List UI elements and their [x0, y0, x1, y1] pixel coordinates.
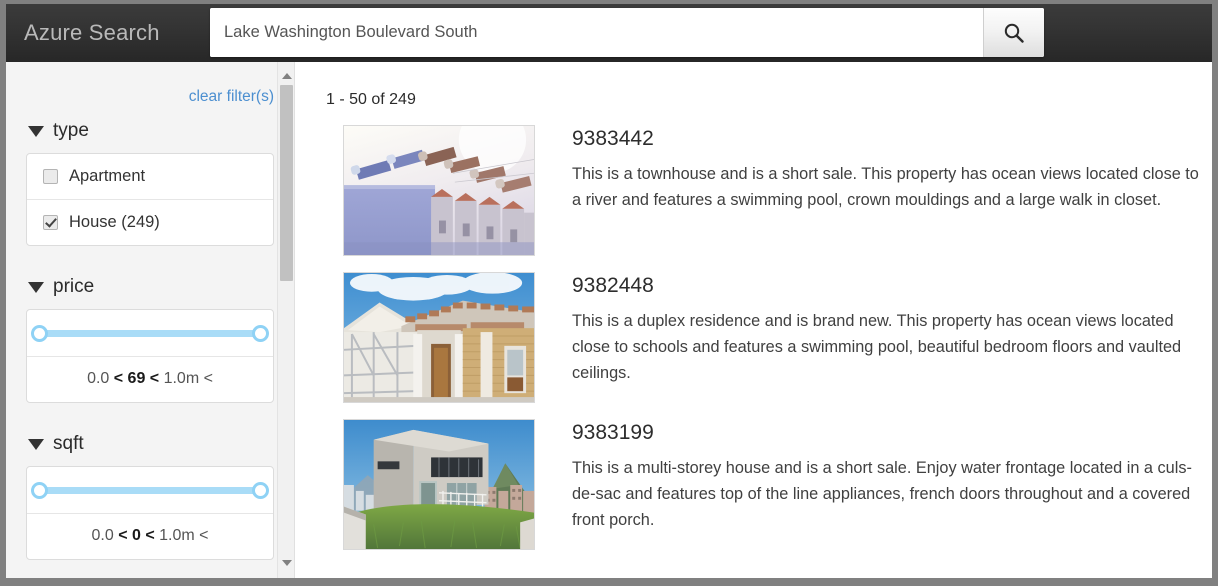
- app-header: Azure Search: [6, 4, 1212, 62]
- sqft-min-label: 0.0: [91, 527, 119, 544]
- facet-type-options: Apartment House (249): [26, 153, 274, 246]
- result-description: This is a multi-storey house and is a sh…: [572, 459, 1192, 529]
- sqft-slider-track[interactable]: [31, 481, 269, 499]
- chevron-down-icon: [281, 559, 292, 566]
- price-slider-handle-min[interactable]: [31, 324, 48, 342]
- sqft-current-label: < 0 <: [118, 527, 155, 544]
- facet-option-apartment-label: Apartment: [69, 167, 146, 185]
- sidebar-divider: [294, 62, 295, 578]
- result-thumbnail[interactable]: [343, 272, 535, 403]
- caret-down-icon: [28, 125, 44, 137]
- result-item: 9383442 This is a townhouse and is a sho…: [311, 109, 1212, 256]
- clear-filters-link[interactable]: clear filter(s): [6, 62, 294, 106]
- scrollbar-thumb[interactable]: [280, 85, 293, 281]
- house-under-construction-photo: [344, 273, 534, 402]
- facet-sqft-header[interactable]: sqft: [28, 433, 294, 455]
- sqft-max-label: 1.0m <: [154, 527, 209, 544]
- app-window: Azure Search clear filter(s): [6, 4, 1212, 578]
- app-brand-title: Azure Search: [24, 20, 160, 45]
- modern-concrete-house-photo: [344, 420, 534, 549]
- price-slider-track[interactable]: [31, 324, 269, 342]
- app-body: clear filter(s) type Apartment House (24…: [6, 62, 1212, 578]
- facet-type-title: type: [53, 120, 89, 141]
- results-panel: 1 - 50 of 249 9383442 This is a townhous…: [311, 62, 1212, 578]
- result-description: This is a duplex residence and is brand …: [572, 312, 1182, 382]
- facet-type-header[interactable]: type: [28, 120, 294, 142]
- facet-sqft: sqft 0.0 < 0 < 1.0m <: [6, 433, 294, 560]
- checkbox-apartment[interactable]: [43, 169, 58, 184]
- price-current-label: < 69 <: [113, 370, 160, 387]
- facet-sqft-slider-box: 0.0 < 0 < 1.0m <: [26, 466, 274, 560]
- checkbox-house[interactable]: [43, 215, 58, 230]
- price-slider-value: 0.0 < 69 < 1.0m <: [27, 356, 273, 402]
- facet-option-apartment[interactable]: Apartment: [27, 154, 273, 199]
- result-title[interactable]: 9383199: [572, 421, 1202, 445]
- facet-price-title: price: [53, 276, 95, 297]
- sqft-range-slider[interactable]: [27, 467, 273, 513]
- result-thumbnail[interactable]: [343, 125, 535, 256]
- facet-option-house-label: House (249): [69, 213, 160, 231]
- chevron-up-icon: [281, 72, 292, 79]
- facet-price-header[interactable]: price: [28, 276, 294, 298]
- result-item: 9382448 This is a duplex residence and i…: [311, 256, 1212, 403]
- result-text: 9383199 This is a multi-storey house and…: [572, 419, 1202, 550]
- result-item: 9383199 This is a multi-storey house and…: [311, 403, 1212, 550]
- sidebar-scrollbar[interactable]: [277, 62, 294, 578]
- results-count: 1 - 50 of 249: [326, 91, 416, 108]
- facet-option-house[interactable]: House (249): [27, 199, 273, 245]
- facet-sqft-title: sqft: [53, 433, 84, 454]
- facet-price-slider-box: 0.0 < 69 < 1.0m <: [26, 309, 274, 403]
- scroll-up-button[interactable]: [278, 67, 294, 84]
- sqft-slider-value: 0.0 < 0 < 1.0m <: [27, 513, 273, 559]
- scroll-down-button[interactable]: [278, 554, 294, 571]
- price-range-slider[interactable]: [27, 310, 273, 356]
- facet-type: type Apartment House (249): [6, 120, 294, 246]
- sqft-slider-handle-min[interactable]: [31, 481, 48, 499]
- price-max-label: 1.0m <: [159, 370, 213, 387]
- result-thumbnail[interactable]: [343, 419, 535, 550]
- filters-sidebar: clear filter(s) type Apartment House (24…: [6, 62, 294, 578]
- search-icon: [1003, 22, 1025, 44]
- apartment-building-photo: [344, 126, 534, 255]
- search-button[interactable]: [983, 8, 1044, 57]
- result-description: This is a townhouse and is a short sale.…: [572, 165, 1199, 209]
- facet-price: price 0.0 < 69 < 1.0m <: [6, 276, 294, 403]
- result-text: 9382448 This is a duplex residence and i…: [572, 272, 1202, 403]
- price-min-label: 0.0: [87, 370, 114, 387]
- sqft-slider-handle-max[interactable]: [252, 481, 269, 499]
- caret-down-icon: [28, 438, 44, 450]
- result-text: 9383442 This is a townhouse and is a sho…: [572, 125, 1202, 256]
- caret-down-icon: [28, 281, 44, 293]
- price-slider-handle-max[interactable]: [252, 324, 269, 342]
- search-input[interactable]: [210, 8, 983, 57]
- result-title[interactable]: 9382448: [572, 274, 1202, 298]
- search-bar: [210, 8, 1044, 57]
- result-title[interactable]: 9383442: [572, 127, 1202, 151]
